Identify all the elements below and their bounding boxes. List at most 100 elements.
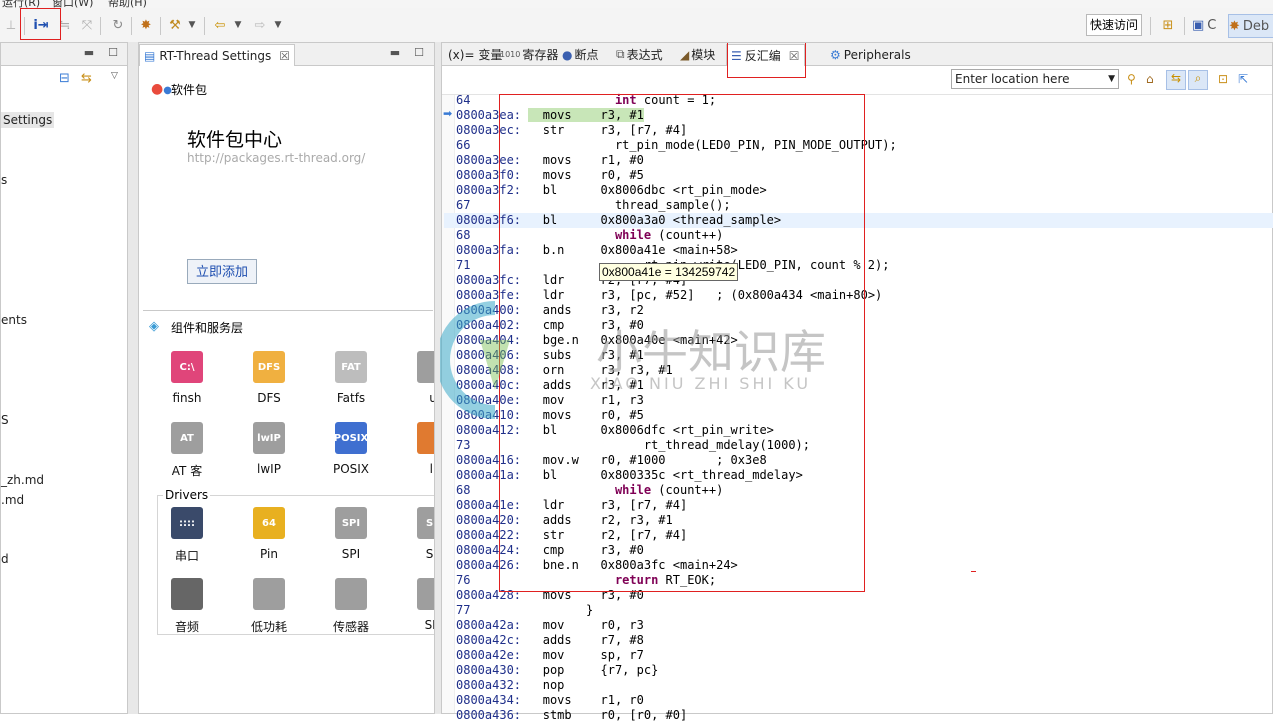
tab-title: RT-Thread Settings: [159, 48, 272, 63]
watermark-cn: 小牛知识库: [596, 325, 826, 379]
instruction-line[interactable]: 0800a42e: mov sp, r7: [456, 648, 897, 663]
package-icon[interactable]: DFS: [253, 351, 285, 383]
instruction-line[interactable]: 0800a434: movs r1, r0: [456, 693, 897, 708]
back-arrow-icon[interactable]: ⇦: [210, 14, 230, 36]
open-perspective-icon[interactable]: ⊞: [1158, 14, 1178, 36]
chevron-down-icon[interactable]: ▼: [186, 14, 198, 36]
chevron-down-icon[interactable]: ▼: [1108, 70, 1115, 88]
perspective-debug-button[interactable]: ✸ Deb: [1228, 14, 1273, 38]
quick-access-field[interactable]: 快速访问: [1086, 14, 1142, 36]
package-icon[interactable]: C:\: [171, 351, 203, 383]
address: 0800a432:: [456, 678, 522, 692]
instruction-text: pop {r7, pc}: [528, 663, 659, 677]
tree-item[interactable]: _zh.md: [1, 473, 44, 487]
link-with-context-icon[interactable]: ⇆: [1166, 70, 1186, 90]
tab-breakpoints[interactable]: ● 断点: [558, 45, 603, 64]
tree-item[interactable]: .md: [1, 493, 24, 507]
peripherals-icon: ⚙: [830, 47, 841, 62]
package-center-url[interactable]: http://packages.rt-thread.org/: [187, 151, 365, 165]
tab-expressions[interactable]: ⧉ 表达式: [612, 45, 667, 64]
tab-peripherals[interactable]: ⚙ Peripherals: [826, 45, 915, 64]
hover-tooltip: 0x800a41e = 134259742: [599, 263, 739, 281]
tree-item[interactable]: s: [1, 173, 7, 187]
menu-help[interactable]: 帮助(H): [108, 0, 147, 8]
menu-run[interactable]: 运行(R): [2, 0, 40, 8]
package-icon[interactable]: [417, 351, 434, 383]
link-editor-icon[interactable]: ⇆: [81, 71, 92, 86]
package-icon[interactable]: FAT: [335, 351, 367, 383]
ruler: [442, 95, 455, 713]
instruction-line[interactable]: 0800a436: stmb r0, [r0, #0]: [456, 708, 897, 723]
package-label: SF: [425, 547, 434, 561]
tree-item[interactable]: S: [1, 413, 9, 427]
use-step-filters-icon[interactable]: ≒: [56, 14, 74, 36]
debug-bug-icon[interactable]: ✸: [136, 14, 156, 36]
package-label: Fatfs: [336, 391, 366, 405]
home-icon[interactable]: ⌂: [1146, 72, 1154, 86]
project-explorer-tabbar: ▬ ☐: [1, 43, 127, 66]
package-label: 低功耗: [250, 620, 287, 634]
watermark-en: XIAO NIU ZHI SHI KU: [590, 374, 812, 393]
perspective-c-button[interactable]: ▣ C: [1192, 14, 1224, 36]
tab-registers[interactable]: 1010 寄存器: [496, 45, 562, 64]
tab-rt-thread-settings[interactable]: ▤ RT-Thread Settings ☒: [139, 44, 296, 66]
instruction-line[interactable]: 0800a42c: adds r7, #8: [456, 633, 897, 648]
add-now-button[interactable]: 立即添加: [187, 259, 257, 284]
package-icon[interactable]: [417, 578, 434, 610]
package-icon[interactable]: [335, 578, 367, 610]
maximize-icon[interactable]: ☐: [413, 47, 425, 59]
view-menu-icon[interactable]: ▽: [111, 71, 118, 81]
breakpoints-icon: ●: [562, 47, 573, 62]
new-view-icon[interactable]: ⊡: [1218, 72, 1228, 86]
package-icon[interactable]: SF: [417, 507, 434, 539]
package-label: li: [429, 462, 434, 476]
package-icon[interactable]: SPI: [335, 507, 367, 539]
package-label: POSIX: [332, 462, 370, 476]
sash[interactable]: [128, 42, 138, 714]
package-label: Pin: [260, 547, 278, 561]
package-icon: ●●: [151, 81, 172, 97]
disconnect-icon[interactable]: ⟂: [2, 14, 20, 36]
instruction-line[interactable]: 0800a432: nop: [456, 678, 897, 693]
restart-icon[interactable]: ↻: [108, 14, 128, 36]
tree-item-settings[interactable]: Settings: [1, 112, 55, 128]
package-icon[interactable]: AT: [171, 422, 203, 454]
show-source-icon[interactable]: ⌕: [1188, 70, 1208, 90]
rt-thread-settings-pane: ▤ RT-Thread Settings ☒ ▬ ☐ ●● 软件包 软件包中心 …: [138, 42, 435, 714]
collapse-all-icon[interactable]: ⊟: [59, 71, 70, 86]
debug-tabbar: (x)= 变量 1010 寄存器 ● 断点 ⧉ 表达式 ◢ 模块 ☰ 反汇编 ☒ ⚙ Peri…: [442, 43, 1272, 66]
maximize-icon[interactable]: ☐: [107, 47, 119, 59]
drop-to-frame-icon[interactable]: ⤧: [78, 14, 96, 36]
minimize-icon[interactable]: ▬: [83, 47, 95, 59]
package-icon[interactable]: [171, 578, 203, 610]
source-line[interactable]: 77 }: [456, 603, 897, 618]
forward-arrow-icon[interactable]: ⇨: [250, 14, 270, 36]
line-number: 76: [456, 573, 471, 587]
chevron-down-icon[interactable]: ▼: [272, 14, 284, 36]
go-to-pc-icon[interactable]: ⚲: [1127, 72, 1136, 86]
address: 0800a434:: [456, 693, 522, 707]
settings-tabbar: ▤ RT-Thread Settings ☒ ▬ ☐: [139, 43, 434, 66]
source-text: }: [528, 603, 594, 617]
package-label: AT 客: [171, 464, 203, 478]
address: 0800a42c:: [456, 633, 522, 647]
package-icon[interactable]: POSIX: [334, 422, 368, 454]
tree-item[interactable]: d: [1, 552, 9, 566]
package-icon[interactable]: ::::: [171, 507, 203, 539]
external-tools-icon[interactable]: ⚒: [165, 14, 185, 36]
package-icon[interactable]: lwIP: [253, 422, 285, 454]
tree-item[interactable]: ents: [1, 313, 27, 327]
tab-modules[interactable]: ◢ 模块: [676, 45, 719, 64]
maximize-view-icon[interactable]: ⇱: [1238, 72, 1248, 86]
instruction-line[interactable]: 0800a42a: mov r0, r3: [456, 618, 897, 633]
components-icon: ◈: [149, 319, 159, 334]
minimize-icon[interactable]: ▬: [389, 47, 401, 59]
close-icon[interactable]: ☒: [279, 49, 290, 63]
chevron-down-icon[interactable]: ▼: [232, 14, 244, 36]
instruction-line[interactable]: 0800a430: pop {r7, pc}: [456, 663, 897, 678]
location-input[interactable]: Enter location here ▼: [951, 69, 1119, 89]
package-icon[interactable]: 64: [253, 507, 285, 539]
menu-window[interactable]: 窗口(W): [52, 0, 93, 8]
package-icon[interactable]: [253, 578, 285, 610]
package-icon[interactable]: [417, 422, 434, 454]
